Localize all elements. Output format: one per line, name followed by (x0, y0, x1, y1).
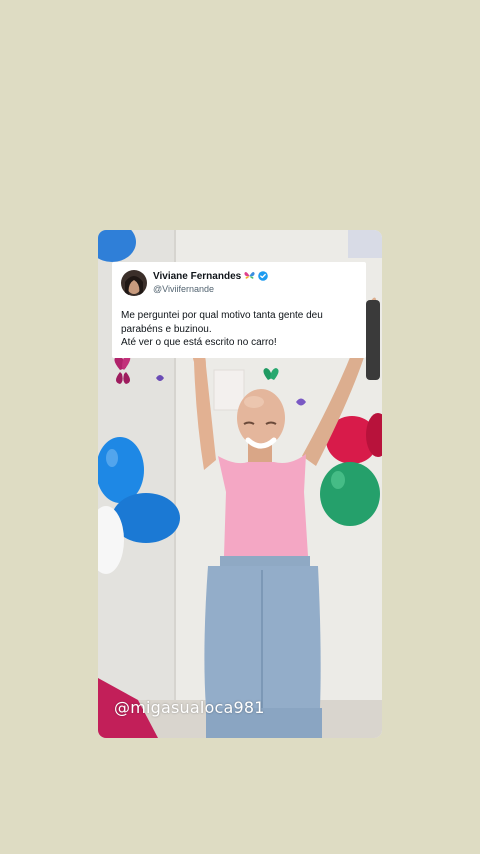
wall-decoration-top-right (348, 230, 382, 258)
handle[interactable]: @Viviifernande (153, 283, 268, 295)
avatar[interactable] (121, 270, 147, 296)
balloon-blue-left-top (98, 437, 144, 503)
tweet-author: Viviane Fernandes @Viviifernande (153, 271, 269, 295)
tweet-text-line: parabéns e buzinou. (121, 323, 212, 335)
tweet-text-line: Até ver o que está escrito no carro! (121, 337, 277, 348)
verified-badge-icon (258, 271, 269, 283)
paper-sign (213, 369, 245, 411)
butterfly-emoji-icon (244, 271, 255, 283)
story-video-frame[interactable]: Viviane Fernandes @Viviifernande Me perg… (98, 230, 382, 738)
tweet-text: Me perguntei por qual motivo tanta gente… (121, 309, 357, 350)
tweet-text-line: Me perguntei por qual motivo tanta gente… (121, 310, 323, 321)
phone-in-hand (366, 300, 380, 380)
display-name[interactable]: Viviane Fernandes (153, 271, 241, 283)
pink-top (218, 454, 308, 561)
tweet-card[interactable]: Viviane Fernandes @Viviifernande Me perg… (112, 262, 366, 358)
watermark-username: @migasualoca981 (114, 698, 265, 717)
tweet-header: Viviane Fernandes @Viviifernande (121, 268, 357, 298)
balloon-green-right (320, 462, 380, 526)
head (237, 389, 285, 447)
